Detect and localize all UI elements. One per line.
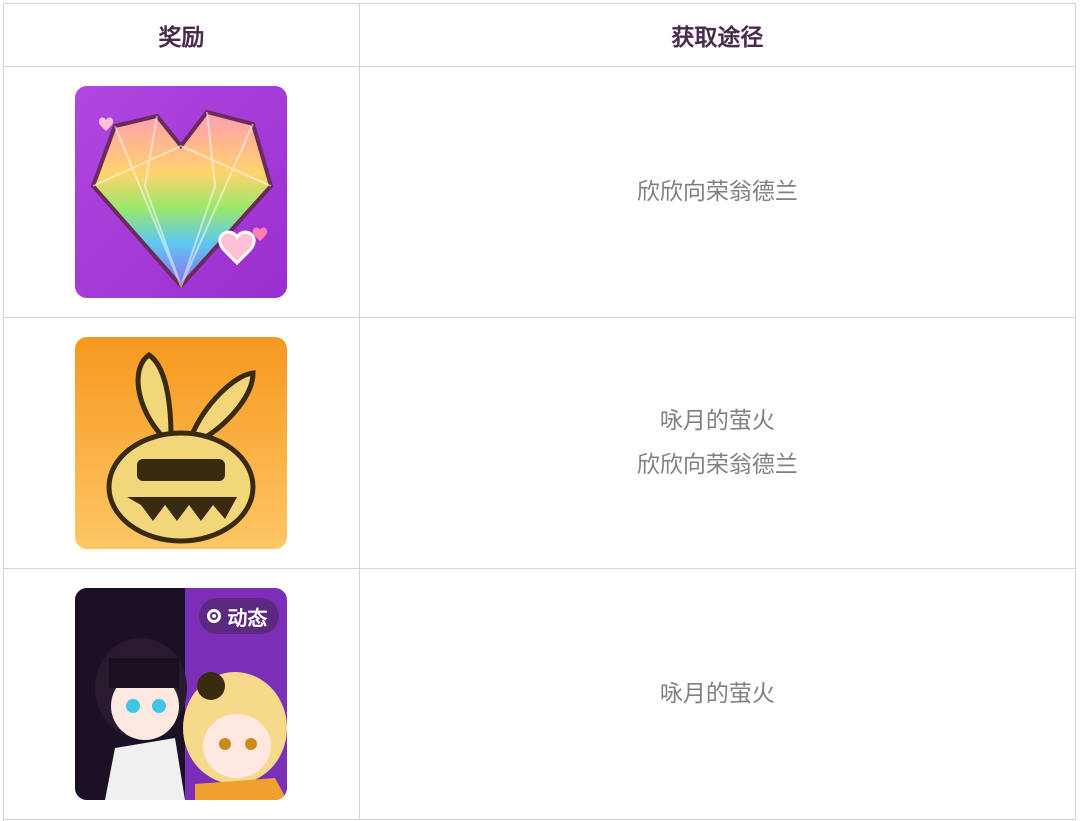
header-source: 获取途径	[360, 4, 1076, 66]
source-cell: 咏月的萤火	[360, 569, 1076, 819]
reward-cell	[4, 318, 360, 568]
source-text: 咏月的萤火	[659, 681, 775, 707]
animated-badge: 动态	[199, 598, 280, 634]
header-reward: 奖励	[4, 4, 360, 66]
source-cell: 咏月的萤火 欣欣向荣翁德兰	[360, 318, 1076, 568]
source-cell: 欣欣向荣翁德兰	[360, 67, 1076, 317]
rainbow-heart-gem-icon	[75, 86, 288, 298]
rewards-table: 奖励 获取途径 欣欣向荣翁德兰 咏月的萤火 欣欣向荣翁德兰 动态 咏月的萤火	[3, 3, 1076, 821]
table-header-row: 奖励 获取途径	[4, 4, 1076, 67]
table-row: 动态 咏月的萤火	[4, 569, 1076, 820]
table-row: 咏月的萤火 欣欣向荣翁德兰	[4, 318, 1076, 569]
golden-bunny-medal-icon	[75, 337, 288, 549]
source-text: 欣欣向荣翁德兰	[636, 179, 798, 205]
source-text: 欣欣向荣翁德兰	[636, 452, 798, 478]
reward-cell	[4, 67, 360, 317]
table-row: 欣欣向荣翁德兰	[4, 67, 1076, 318]
chibi-characters-avatar-icon: 动态	[75, 588, 288, 800]
badge-label: 动态	[227, 605, 268, 630]
reward-cell: 动态	[4, 569, 360, 819]
source-text: 咏月的萤火	[659, 408, 775, 434]
record-icon	[207, 609, 222, 623]
